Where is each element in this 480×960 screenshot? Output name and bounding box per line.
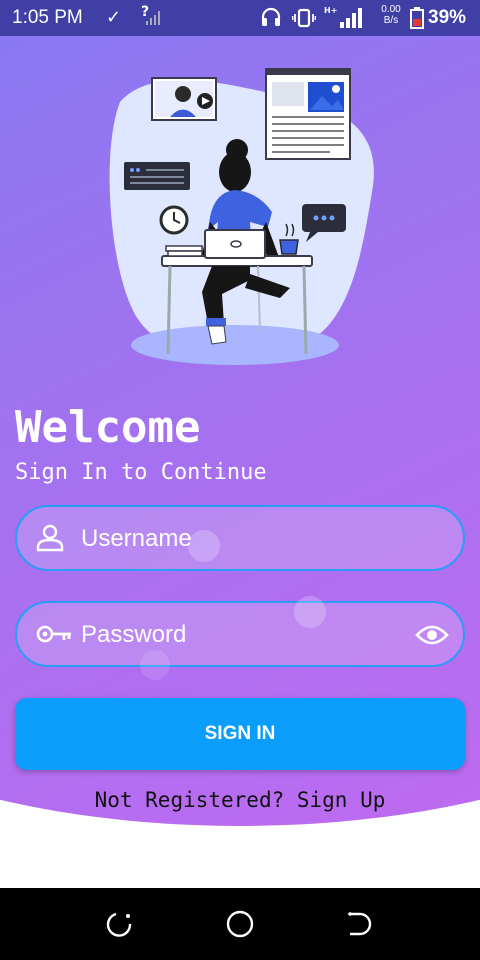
sign-in-subtitle: Sign In to Continue: [15, 460, 267, 485]
decor-bubble: [188, 530, 220, 562]
status-bar: 1:05 PM ✓ ? H+ 0.00 B/s 39%: [0, 0, 480, 36]
net-speed-value: 0.00: [381, 4, 401, 15]
password-input[interactable]: [81, 613, 401, 657]
status-time: 1:05 PM: [12, 7, 83, 28]
vibrate-icon: [292, 8, 316, 28]
signal-strength-icon: [340, 8, 362, 28]
back-icon[interactable]: [104, 908, 136, 940]
key-icon: [36, 625, 71, 643]
home-icon[interactable]: [224, 908, 256, 940]
headset-icon: [261, 7, 281, 26]
battery-icon: [410, 7, 424, 29]
login-hero: Welcome Sign In to Continue SIGN IN Not …: [0, 36, 480, 888]
username-field[interactable]: [15, 505, 465, 571]
check-icon: ✓: [106, 7, 122, 28]
eye-icon[interactable]: [415, 621, 449, 649]
decor-bubble: [140, 650, 170, 680]
network-type-label: H+: [324, 6, 338, 15]
working-person-illustration: [109, 68, 374, 365]
username-input[interactable]: [81, 517, 401, 561]
recent-apps-icon[interactable]: [344, 908, 376, 940]
battery-percent: 39%: [428, 7, 467, 28]
signal-small-icon: [146, 11, 160, 25]
decor-bubble: [294, 596, 326, 628]
user-icon: [36, 524, 64, 552]
net-speed-unit: B/s: [383, 15, 399, 26]
sign-in-button[interactable]: SIGN IN: [15, 698, 465, 770]
signup-link[interactable]: Not Registered? Sign Up: [0, 788, 480, 812]
system-navigation-bar: [0, 888, 480, 960]
welcome-heading: Welcome: [15, 402, 201, 453]
net-speed: 0.00 B/s: [376, 4, 406, 26]
password-field[interactable]: [15, 601, 465, 667]
